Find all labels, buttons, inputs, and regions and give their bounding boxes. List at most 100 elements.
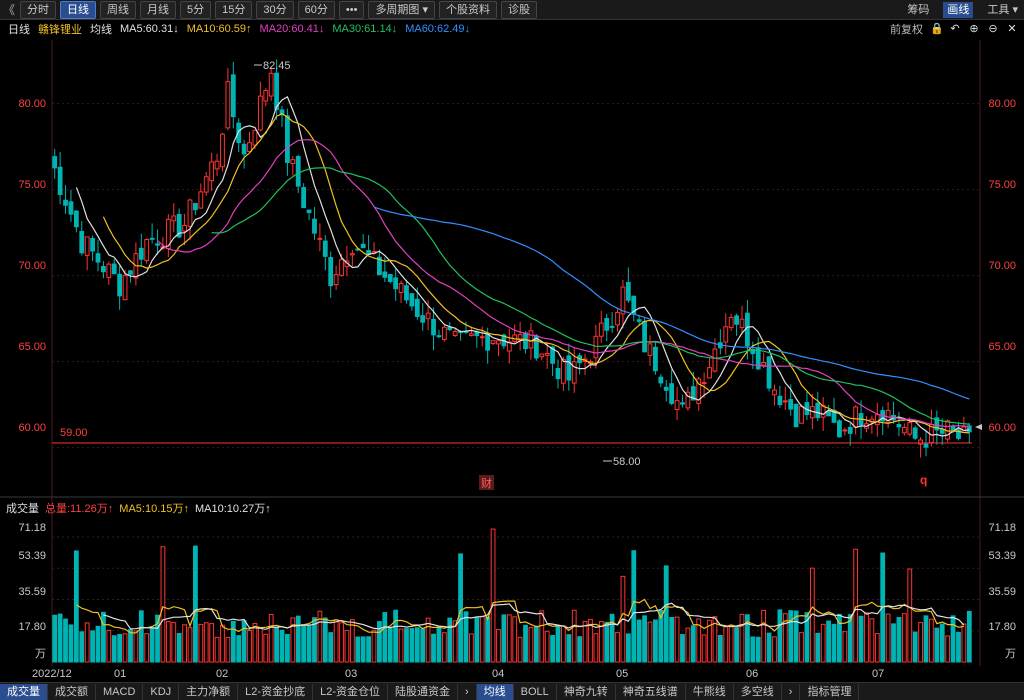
- volume-bar: [761, 609, 767, 663]
- candle-body: [636, 319, 642, 322]
- tab-volume[interactable]: 成交量: [0, 683, 48, 700]
- date-label: 2022/12: [32, 668, 72, 680]
- tabs-more-icon[interactable]: ›: [458, 683, 477, 700]
- candle-body: [593, 335, 599, 359]
- volume-bar: [225, 636, 231, 663]
- volume-bar: [366, 636, 371, 663]
- volume-bar: [111, 635, 117, 663]
- kline-chart[interactable]: 80.00 75.00 70.00 65.00 60.00 80.00 75.0…: [0, 0, 1024, 682]
- candle-body: [225, 81, 231, 129]
- candle-body: [523, 332, 528, 350]
- candle-body: [496, 340, 501, 345]
- candle-body: [658, 376, 664, 384]
- candle-body: [571, 361, 577, 384]
- price-tick-left: 75.00: [18, 179, 46, 191]
- candle-body: [285, 115, 290, 163]
- volume-title[interactable]: 成交量: [6, 500, 39, 516]
- volume-bar: [209, 623, 215, 663]
- volume-bar: [404, 628, 409, 663]
- tab-ma[interactable]: 均线: [476, 683, 514, 700]
- tab-five-lines[interactable]: 神奇五线谱: [616, 683, 686, 700]
- tab-main-net[interactable]: 主力净额: [179, 683, 239, 700]
- volume-bar: [625, 633, 631, 663]
- candle-body: [387, 273, 393, 282]
- volume-bar: [431, 633, 436, 663]
- tab-kdj[interactable]: KDJ: [143, 683, 180, 700]
- candle-body: [203, 176, 209, 193]
- volume-info-bar: 成交量 总量:11.26万↑ MA5:10.15万↑ MA10:10.27万↑: [0, 500, 1024, 516]
- price-tick-right: 70.00: [988, 260, 1016, 272]
- ma5-line: [75, 96, 970, 437]
- volume-bar: [171, 622, 177, 663]
- volume-bar: [728, 624, 734, 663]
- candle-body: [723, 326, 729, 343]
- volume-bar: [950, 615, 956, 663]
- candle-body: [52, 156, 58, 169]
- volume-bar: [571, 609, 577, 663]
- candle-body: [230, 74, 236, 118]
- tab-l2-position[interactable]: L2-资金仓位: [313, 683, 388, 700]
- tab-macd[interactable]: MACD: [96, 683, 144, 700]
- candle-body: [782, 400, 788, 403]
- candle-body: [447, 326, 453, 331]
- tab-northbound[interactable]: 陆股通资金: [388, 683, 458, 700]
- candle-body: [252, 129, 258, 146]
- volume-bar: [739, 613, 745, 663]
- candle-body: [436, 335, 442, 338]
- volume-bar: [133, 630, 139, 663]
- tab-bull-bear[interactable]: 牛熊线: [686, 683, 734, 700]
- volume-bar: [604, 621, 610, 663]
- candle-body: [539, 353, 545, 358]
- volume-bar: [160, 546, 166, 663]
- q-marker[interactable]: q: [920, 473, 927, 487]
- volume-bar: [198, 623, 204, 663]
- volume-bar: [322, 617, 328, 663]
- volume-ma10: MA10:10.27万↑: [194, 503, 271, 515]
- volume-bar: [772, 636, 777, 663]
- volume-bar: [636, 619, 642, 663]
- volume-bar: [187, 627, 193, 663]
- volume-bar: [896, 617, 902, 663]
- tab-boll[interactable]: BOLL: [514, 683, 557, 700]
- tab-turnover[interactable]: 成交额: [48, 683, 96, 700]
- volume-bar: [458, 553, 463, 663]
- volume-bar: [517, 636, 523, 663]
- volume-bar: [257, 627, 263, 663]
- candle-body: [793, 403, 799, 428]
- candle-body: [912, 427, 918, 439]
- volume-bar: [615, 632, 620, 663]
- volume-bar: [869, 618, 875, 663]
- candle-body: [301, 187, 307, 209]
- candle-body: [63, 199, 68, 206]
- tab-long-short[interactable]: 多空线: [734, 683, 782, 700]
- tab-l2-bottom[interactable]: L2-资金抄底: [238, 683, 314, 700]
- candle-body: [247, 142, 252, 152]
- volume-bar: [674, 616, 680, 663]
- price-tick-left: 70.00: [18, 260, 46, 272]
- candle-body: [728, 316, 734, 328]
- candle-body: [117, 273, 123, 297]
- volume-bar: [328, 632, 334, 663]
- candle-body: [425, 312, 431, 320]
- volume-bar: [339, 622, 344, 663]
- candle-body: [528, 330, 534, 349]
- price-tick-right: 80.00: [988, 98, 1016, 110]
- volume-bar: [236, 635, 242, 663]
- volume-bar: [90, 630, 95, 663]
- candle-body: [745, 312, 750, 347]
- support-label: 59.00: [60, 427, 88, 439]
- volume-bar: [57, 613, 63, 663]
- volume-bar: [609, 613, 615, 663]
- volume-bar: [485, 616, 491, 663]
- candle-body: [647, 343, 653, 356]
- volume-bar: [555, 624, 561, 663]
- ma-lines: [75, 96, 970, 437]
- tab-indicator-manager[interactable]: 指标管理: [800, 683, 860, 700]
- volume-bar: [701, 634, 707, 663]
- candle-body: [209, 161, 215, 182]
- candle-body: [149, 237, 155, 240]
- candle-body: [663, 386, 669, 391]
- volume-bar: [479, 615, 485, 663]
- tabs-more-icon-2[interactable]: ›: [782, 683, 801, 700]
- tab-td9[interactable]: 神奇九转: [557, 683, 616, 700]
